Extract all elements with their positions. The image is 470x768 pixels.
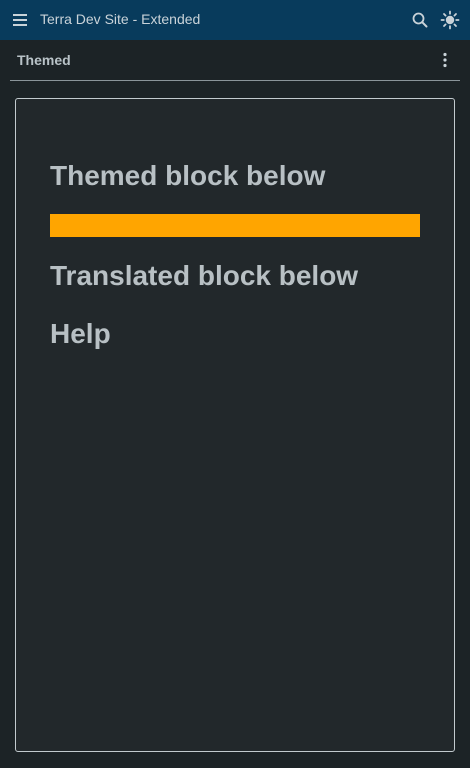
vertical-ellipsis-icon[interactable] xyxy=(435,50,455,70)
hamburger-menu-icon[interactable] xyxy=(10,10,30,30)
page-title: Themed xyxy=(17,52,71,68)
themed-block xyxy=(50,214,420,237)
app-header: Terra Dev Site - Extended xyxy=(0,0,470,40)
app-title: Terra Dev Site - Extended xyxy=(40,11,201,27)
themed-heading: Themed block below xyxy=(50,160,326,191)
content-panel: Themed block below Translated block belo… xyxy=(15,98,455,752)
search-icon[interactable] xyxy=(410,10,430,30)
translated-heading: Translated block below xyxy=(50,260,359,291)
page-toolbar: Themed xyxy=(10,40,460,81)
help-heading: Help xyxy=(50,318,111,349)
sun-icon[interactable] xyxy=(440,10,460,30)
